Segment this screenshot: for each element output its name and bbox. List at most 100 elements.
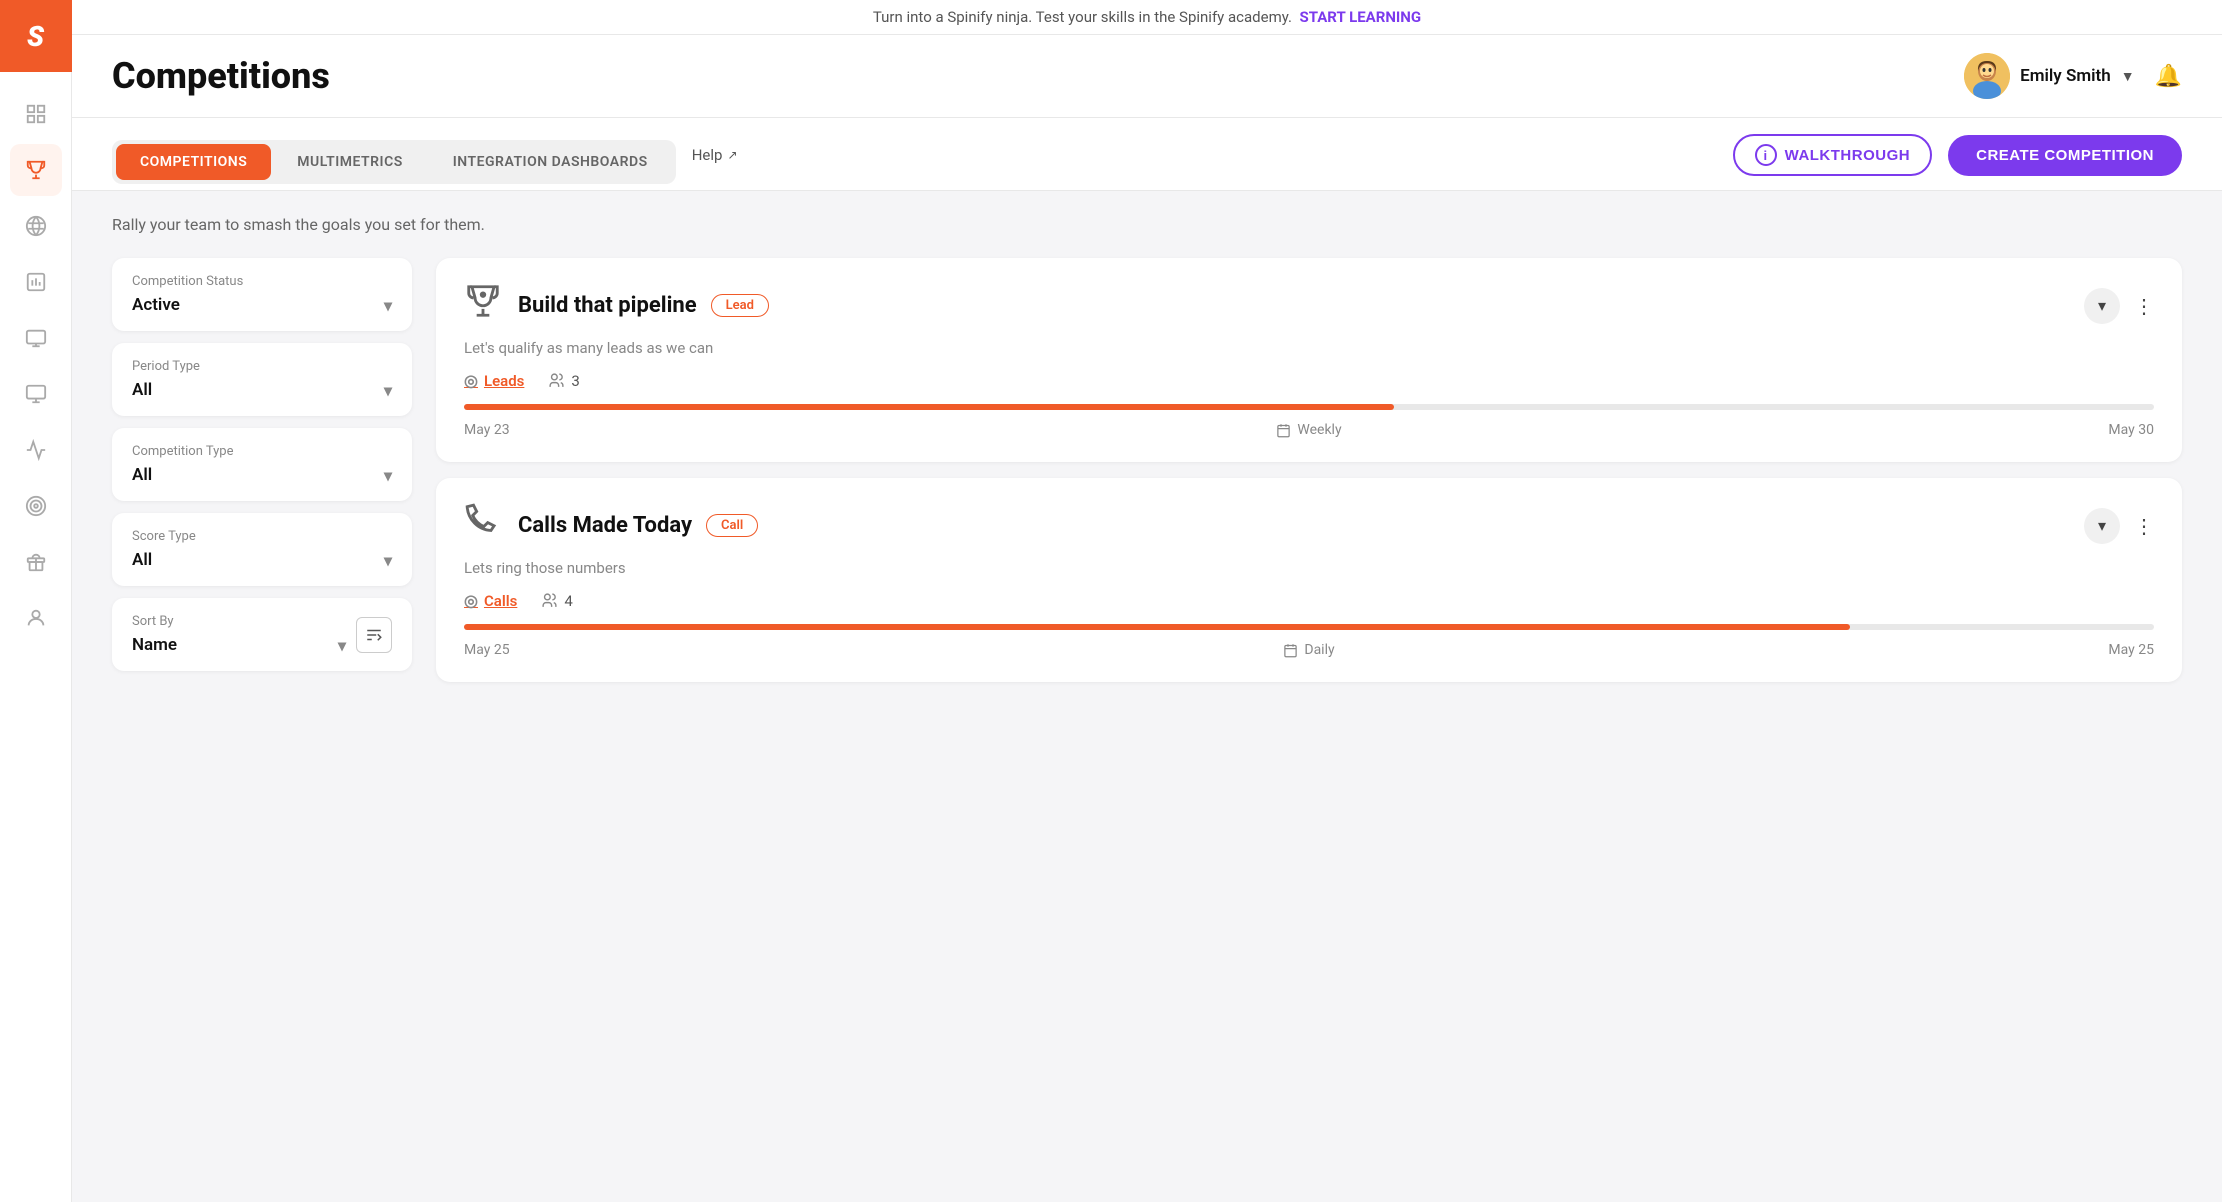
competition-title-2: Calls Made Today (518, 513, 692, 538)
competition-status-chevron: ▾ (384, 296, 392, 315)
tabs-actions: i WALKTHROUGH CREATE COMPETITION (1733, 134, 2182, 190)
sidebar-item-announcements[interactable] (10, 200, 62, 252)
tab-competitions[interactable]: COMPETITIONS (116, 144, 271, 180)
tabs-bar: COMPETITIONS MULTIMETRICS INTEGRATION DA… (72, 118, 2222, 191)
progress-bar-2 (464, 624, 1850, 630)
progress-bar-1 (464, 404, 1394, 410)
filter-sort-by: Sort By Name ▾ (112, 598, 412, 671)
avatar (1964, 53, 2010, 99)
content-area: COMPETITIONS MULTIMETRICS INTEGRATION DA… (72, 118, 2222, 1202)
top-banner: Turn into a Spinify ninja. Test your ski… (72, 0, 2222, 35)
target-icon-1: ◎ (464, 371, 478, 390)
filter-score-type-value: All (132, 550, 152, 570)
filter-competition-type-select[interactable]: All ▾ (132, 465, 392, 485)
filter-competition-status-select[interactable]: Active ▾ (132, 295, 392, 315)
comp-actions-2: ▾ ⋮ (2084, 508, 2154, 544)
filter-period-type[interactable]: Period Type All ▾ (112, 343, 412, 416)
logo-text: S (27, 20, 44, 53)
sort-by-value: Name (132, 635, 177, 655)
create-competition-button[interactable]: CREATE COMPETITION (1948, 135, 2182, 176)
comp-header-2: Calls Made Today Call ▾ ⋮ (464, 502, 2154, 549)
layout: Competition Status Active ▾ Period Type … (112, 258, 2182, 682)
sort-by-inner: Sort By Name ▾ (132, 614, 346, 655)
sidebar: S (0, 0, 72, 1202)
sidebar-item-goals[interactable] (10, 480, 62, 532)
filter-score-type[interactable]: Score Type All ▾ (112, 513, 412, 586)
app-logo[interactable]: S (0, 0, 72, 72)
sort-order-button[interactable] (356, 617, 392, 653)
competition-icon-2 (464, 502, 502, 549)
filter-competition-status[interactable]: Competition Status Active ▾ (112, 258, 412, 331)
banner-text: Turn into a Spinify ninja. Test your ski… (873, 8, 1292, 26)
comp-dates-2: May 25 Daily May 25 (464, 642, 2154, 658)
competition-menu-1[interactable]: ⋮ (2134, 294, 2154, 318)
comp-dates-1: May 23 Weekly May 30 (464, 422, 2154, 438)
competition-type-chevron: ▾ (384, 466, 392, 485)
tab-group: COMPETITIONS MULTIMETRICS INTEGRATION DA… (112, 140, 676, 184)
comp-period-2: Daily (1283, 642, 1334, 658)
sidebar-item-display[interactable] (10, 312, 62, 364)
target-icon-2: ◎ (464, 591, 478, 610)
external-link-icon: ↗ (727, 148, 737, 162)
walkthrough-button[interactable]: i WALKTHROUGH (1733, 134, 1933, 176)
filter-competition-type[interactable]: Competition Type All ▾ (112, 428, 412, 501)
sidebar-item-competitions[interactable] (10, 144, 62, 196)
competition-card-build-pipeline: Build that pipeline Lead ▾ ⋮ Let's quali… (436, 258, 2182, 462)
filter-period-type-label: Period Type (132, 359, 392, 374)
user-name: Emily Smith (2020, 66, 2111, 86)
comp-period-label-1: Weekly (1297, 422, 1341, 438)
page-subtitle: Rally your team to smash the goals you s… (112, 215, 2182, 234)
competition-badge-1: Lead (711, 294, 769, 317)
filter-competition-type-value: All (132, 465, 152, 485)
competitions-list: Build that pipeline Lead ▾ ⋮ Let's quali… (436, 258, 2182, 682)
competition-card-calls-made-today: Calls Made Today Call ▾ ⋮ Lets ring thos… (436, 478, 2182, 682)
user-menu-chevron: ▼ (2121, 68, 2135, 85)
comp-meta-1: ◎ Leads 3 (464, 371, 2154, 390)
sidebar-item-monitor[interactable] (10, 368, 62, 420)
comp-date-start-2: May 25 (464, 642, 510, 658)
competition-desc-1: Let's qualify as many leads as we can (464, 339, 2154, 357)
filter-panel: Competition Status Active ▾ Period Type … (112, 258, 412, 671)
user-menu[interactable]: Emily Smith ▼ (1964, 53, 2134, 99)
main-content: Turn into a Spinify ninja. Test your ski… (72, 0, 2222, 1202)
sort-by-chevron: ▾ (338, 636, 346, 655)
comp-meta-2: ◎ Calls 4 (464, 591, 2154, 610)
comp-metric-2[interactable]: ◎ Calls (464, 591, 517, 610)
comp-actions-1: ▾ ⋮ (2084, 288, 2154, 324)
sidebar-item-analytics[interactable] (10, 424, 62, 476)
filter-period-type-value: All (132, 380, 152, 400)
comp-metric-1[interactable]: ◎ Leads (464, 371, 524, 390)
competition-expand-2[interactable]: ▾ (2084, 508, 2120, 544)
progress-bar-container-2 (464, 624, 2154, 630)
sidebar-item-dashboard[interactable] (10, 88, 62, 140)
header-right: Emily Smith ▼ 🔔 (1964, 53, 2182, 99)
filter-score-type-select[interactable]: All ▾ (132, 550, 392, 570)
filter-period-type-select[interactable]: All ▾ (132, 380, 392, 400)
filter-score-type-label: Score Type (132, 529, 392, 544)
period-type-chevron: ▾ (384, 381, 392, 400)
competition-menu-2[interactable]: ⋮ (2134, 514, 2154, 538)
sidebar-item-gifts[interactable] (10, 536, 62, 588)
score-type-chevron: ▾ (384, 551, 392, 570)
comp-period-1: Weekly (1276, 422, 1341, 438)
sidebar-nav (10, 72, 62, 1202)
sort-by-select[interactable]: Name ▾ (132, 635, 346, 655)
tab-integration-dashboards[interactable]: INTEGRATION DASHBOARDS (429, 144, 672, 180)
comp-date-start-1: May 23 (464, 422, 510, 438)
sidebar-item-users[interactable] (10, 592, 62, 644)
tab-multimetrics[interactable]: MULTIMETRICS (273, 144, 427, 180)
competition-icon-1 (464, 282, 502, 329)
banner-link[interactable]: START LEARNING (1299, 8, 1421, 26)
help-link[interactable]: Help ↗ (692, 146, 738, 178)
comp-date-end-1: May 30 (2108, 422, 2154, 438)
competition-expand-1[interactable]: ▾ (2084, 288, 2120, 324)
competition-desc-2: Lets ring those numbers (464, 559, 2154, 577)
info-icon: i (1755, 144, 1777, 166)
notification-bell[interactable]: 🔔 (2155, 64, 2182, 89)
filter-competition-status-label: Competition Status (132, 274, 392, 289)
comp-participants-2: 4 (541, 592, 572, 610)
filter-competition-type-label: Competition Type (132, 444, 392, 459)
sidebar-item-reports[interactable] (10, 256, 62, 308)
page-body: Rally your team to smash the goals you s… (72, 191, 2222, 706)
comp-date-end-2: May 25 (2108, 642, 2154, 658)
